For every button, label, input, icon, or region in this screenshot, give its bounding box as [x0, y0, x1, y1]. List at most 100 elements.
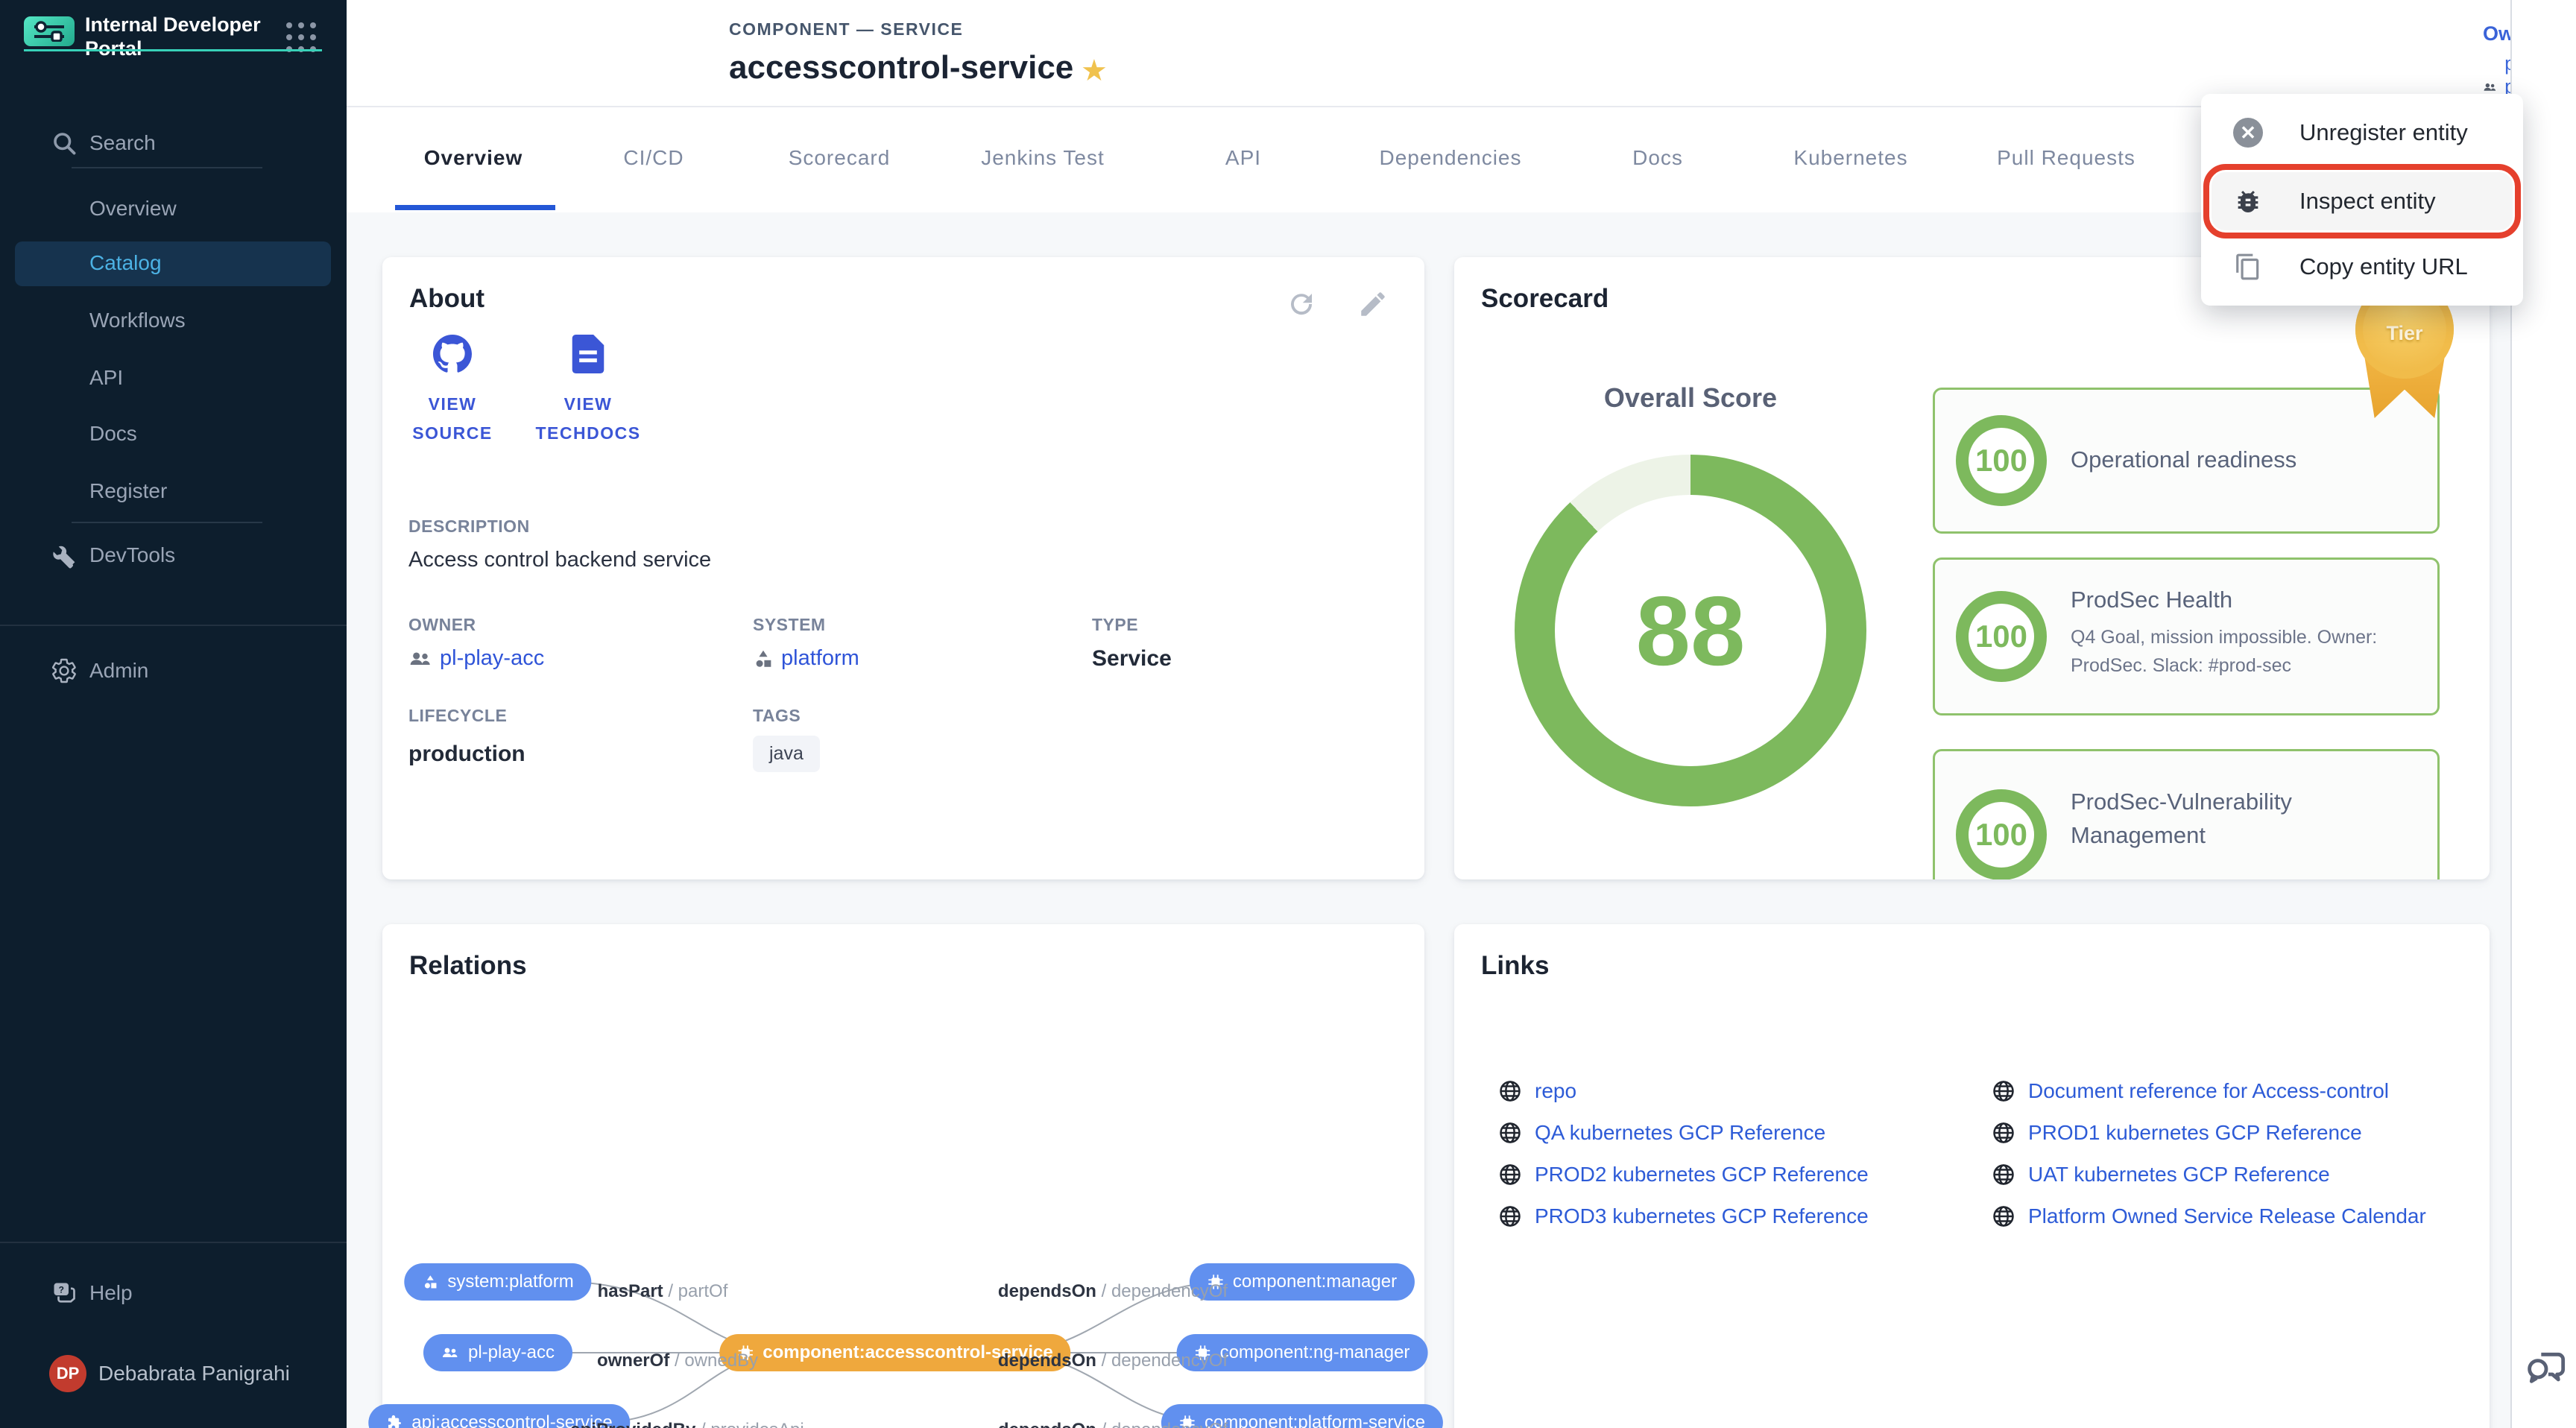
- sidebar-item-search[interactable]: Search: [0, 122, 347, 164]
- globe-icon: [1499, 1205, 1521, 1228]
- link-prod1-kubernetes[interactable]: PROD1 kubernetes GCP Reference: [1992, 1121, 2362, 1145]
- system-icon: [753, 648, 774, 669]
- user-name: Debabrata Panigrahi: [98, 1362, 290, 1386]
- edge-label-ownerof: ownerOf / ownedBy: [597, 1350, 758, 1371]
- description-value: Access control backend service: [408, 548, 711, 572]
- sidebar-item-admin[interactable]: Admin: [0, 650, 347, 692]
- score-badge: 100: [1956, 591, 2047, 682]
- globe-icon: [1499, 1080, 1521, 1102]
- links-card: Links repo QA kubernetes GCP Reference P…: [1454, 924, 2490, 1428]
- menu-item-unregister-entity[interactable]: ✕ Unregister entity: [2212, 106, 2513, 159]
- wrench-icon: [51, 542, 78, 569]
- sidebar-search-label: Search: [89, 131, 156, 155]
- menu-item-copy-entity-url[interactable]: Copy entity URL: [2212, 240, 2513, 294]
- sidebar-item-overview[interactable]: Overview: [0, 188, 347, 230]
- svg-text:?: ?: [59, 1284, 64, 1295]
- divider: [72, 167, 262, 168]
- divider: [0, 625, 347, 626]
- app-logo[interactable]: [24, 16, 75, 46]
- tag-chip[interactable]: java: [753, 736, 820, 772]
- globe-icon: [1992, 1163, 2015, 1186]
- view-techdocs-button[interactable]: VIEW TECHDOCS: [528, 335, 648, 448]
- edge-label-haspart: hasPart / partOf: [598, 1281, 728, 1302]
- group-icon: [441, 1346, 459, 1359]
- tab-api[interactable]: API: [1225, 146, 1261, 170]
- docs-icon: [571, 335, 605, 373]
- gear-icon: [51, 657, 78, 684]
- menu-item-inspect-entity[interactable]: Inspect entity: [2212, 174, 2513, 228]
- link-repo[interactable]: repo: [1499, 1079, 1576, 1103]
- feedback-chat-icon[interactable]: [2522, 1342, 2570, 1389]
- tab-kubernetes[interactable]: Kubernetes: [1793, 146, 1907, 170]
- tab-pull-requests[interactable]: Pull Requests: [1997, 146, 2135, 170]
- scorecard-card: Scorecard Tier Overall Score 88 100 Oper…: [1454, 257, 2490, 879]
- link-prod3-kubernetes[interactable]: PROD3 kubernetes GCP Reference: [1499, 1204, 1869, 1228]
- sidebar-user[interactable]: DP Debabrata Panigrahi: [0, 1353, 347, 1394]
- tab-docs[interactable]: Docs: [1632, 146, 1683, 170]
- node-system-platform[interactable]: system:platform: [404, 1263, 591, 1301]
- sidebar-item-devtools[interactable]: DevTools: [0, 534, 347, 576]
- cancel-circle-icon: ✕: [2233, 118, 2263, 148]
- relations-card: Relations system:platform pl-play-acc: [382, 924, 1424, 1428]
- about-card: About VIEW SOURCE VIEW TECHDOCS: [382, 257, 1424, 879]
- copy-icon: [2234, 253, 2262, 281]
- system-field-link[interactable]: platform: [753, 646, 859, 671]
- sidebar-item-docs[interactable]: Docs: [0, 413, 347, 455]
- view-source-button[interactable]: VIEW SOURCE: [393, 335, 512, 448]
- edit-pencil-icon[interactable]: [1357, 288, 1389, 320]
- app-title: Internal Developer Portal: [85, 13, 271, 61]
- sliders-logo-icon: [31, 21, 67, 42]
- entity-context-menu: ✕ Unregister entity Inspect entity Copy …: [2201, 94, 2523, 306]
- globe-icon: [1499, 1163, 1521, 1186]
- sidebar-item-api[interactable]: API: [0, 357, 347, 399]
- system-field-label: SYSTEM: [753, 615, 826, 635]
- overall-score-label: Overall Score: [1604, 382, 1777, 414]
- refresh-icon[interactable]: [1286, 288, 1317, 320]
- sidebar: Internal Developer Portal Search Overvie…: [0, 0, 347, 1428]
- favorite-star-icon[interactable]: ★: [1081, 54, 1108, 88]
- overall-score-value: 88: [1636, 575, 1746, 687]
- sidebar-accent-divider: [24, 49, 322, 51]
- tab-cicd[interactable]: CI/CD: [623, 146, 684, 170]
- link-release-calendar[interactable]: Platform Owned Service Release Calendar: [1992, 1204, 2426, 1228]
- links-title: Links: [1481, 951, 1549, 981]
- link-prod2-kubernetes[interactable]: PROD2 kubernetes GCP Reference: [1499, 1163, 1869, 1187]
- globe-icon: [1992, 1122, 2015, 1144]
- sidebar-item-register[interactable]: Register: [0, 470, 347, 512]
- divider: [0, 1242, 347, 1243]
- link-document-reference[interactable]: Document reference for Access-control: [1992, 1079, 2389, 1103]
- score-badge: 100: [1956, 789, 2047, 879]
- link-qa-kubernetes[interactable]: QA kubernetes GCP Reference: [1499, 1121, 1825, 1145]
- tab-scorecard[interactable]: Scorecard: [789, 146, 891, 170]
- app-root: Internal Developer Portal Search Overvie…: [0, 0, 2576, 1428]
- node-pl-play-acc[interactable]: pl-play-acc: [423, 1334, 572, 1371]
- link-uat-kubernetes[interactable]: UAT kubernetes GCP Reference: [1992, 1163, 2330, 1187]
- tab-overview[interactable]: Overview: [424, 146, 523, 170]
- globe-icon: [1499, 1122, 1521, 1144]
- scorecard-item-prodsec-vulnerability[interactable]: 100 ProdSec-Vulnerability Management: [1933, 749, 2440, 879]
- edge-label-dependson-1: dependsOn / dependencyOf: [998, 1281, 1228, 1302]
- bug-icon: [2233, 186, 2263, 216]
- globe-icon: [1992, 1080, 2015, 1102]
- group-icon: [408, 650, 432, 668]
- avatar: DP: [49, 1355, 86, 1392]
- edge-label-apiprovidedby: apiProvidedBy / providesApi: [570, 1420, 804, 1428]
- owner-field-link[interactable]: pl-play-acc: [408, 646, 544, 671]
- scorecard-item-prodsec-health[interactable]: 100 ProdSec Health Q4 Goal, mission impo…: [1933, 557, 2440, 715]
- divider: [347, 106, 2510, 107]
- owner-field-label: OWNER: [408, 615, 476, 635]
- score-badge: 100: [1956, 415, 2047, 506]
- search-icon: [51, 130, 78, 157]
- sidebar-item-workflows[interactable]: Workflows: [0, 300, 347, 341]
- active-tab-indicator: [395, 205, 555, 210]
- edge-label-dependson-2: dependsOn / dependencyOf: [998, 1350, 1228, 1371]
- lifecycle-field-label: LIFECYCLE: [408, 706, 507, 726]
- scorecard-title: Scorecard: [1481, 284, 1609, 314]
- breadcrumb: COMPONENT — SERVICE: [729, 19, 963, 40]
- tab-jenkins-test[interactable]: Jenkins Test: [981, 146, 1105, 170]
- system-icon: [422, 1274, 438, 1290]
- api-icon: [386, 1415, 402, 1428]
- sidebar-item-help[interactable]: ? Help: [0, 1272, 347, 1314]
- tab-dependencies[interactable]: Dependencies: [1379, 146, 1521, 170]
- sidebar-item-catalog[interactable]: Catalog: [15, 241, 331, 286]
